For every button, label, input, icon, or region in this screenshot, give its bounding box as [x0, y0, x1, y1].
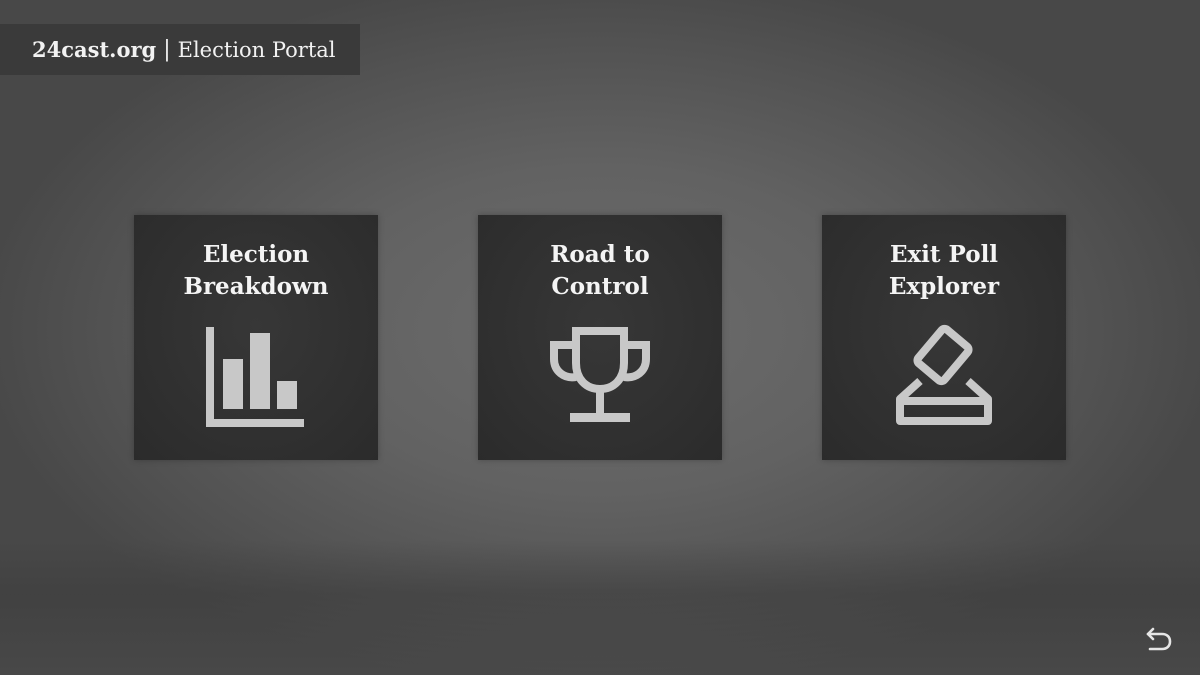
header-separator: | [163, 37, 171, 62]
tile-exit-poll-explorer[interactable]: Exit Poll Explorer [822, 215, 1066, 460]
tile-road-to-control[interactable]: Road to Control [478, 215, 722, 460]
tile-title: Road to Control [478, 239, 722, 303]
tile-election-breakdown[interactable]: Election Breakdown [134, 215, 378, 460]
tile-title-line1: Election [202, 241, 310, 268]
tile-title-line2: Control [551, 273, 649, 300]
floor-shading [0, 540, 1200, 675]
tile-title-line2: Breakdown [183, 273, 329, 300]
tile-title-line1: Exit Poll [889, 241, 999, 268]
tile-title: Election Breakdown [134, 239, 378, 303]
portal-background: 24cast.org | Election Portal Election Br… [0, 0, 1200, 675]
tile-title-line2: Explorer [888, 273, 1000, 300]
tile-title-line1: Road to [550, 241, 650, 268]
bar-chart-icon [206, 327, 304, 427]
site-brand: 24cast.org [32, 37, 157, 62]
portal-header: 24cast.org | Election Portal [0, 24, 360, 75]
tile-title: Exit Poll Explorer [822, 239, 1066, 303]
ballot-box-icon [896, 324, 992, 425]
portal-title: Election Portal [177, 37, 336, 62]
back-arrow-icon[interactable] [1142, 622, 1174, 654]
trophy-icon [550, 327, 650, 422]
